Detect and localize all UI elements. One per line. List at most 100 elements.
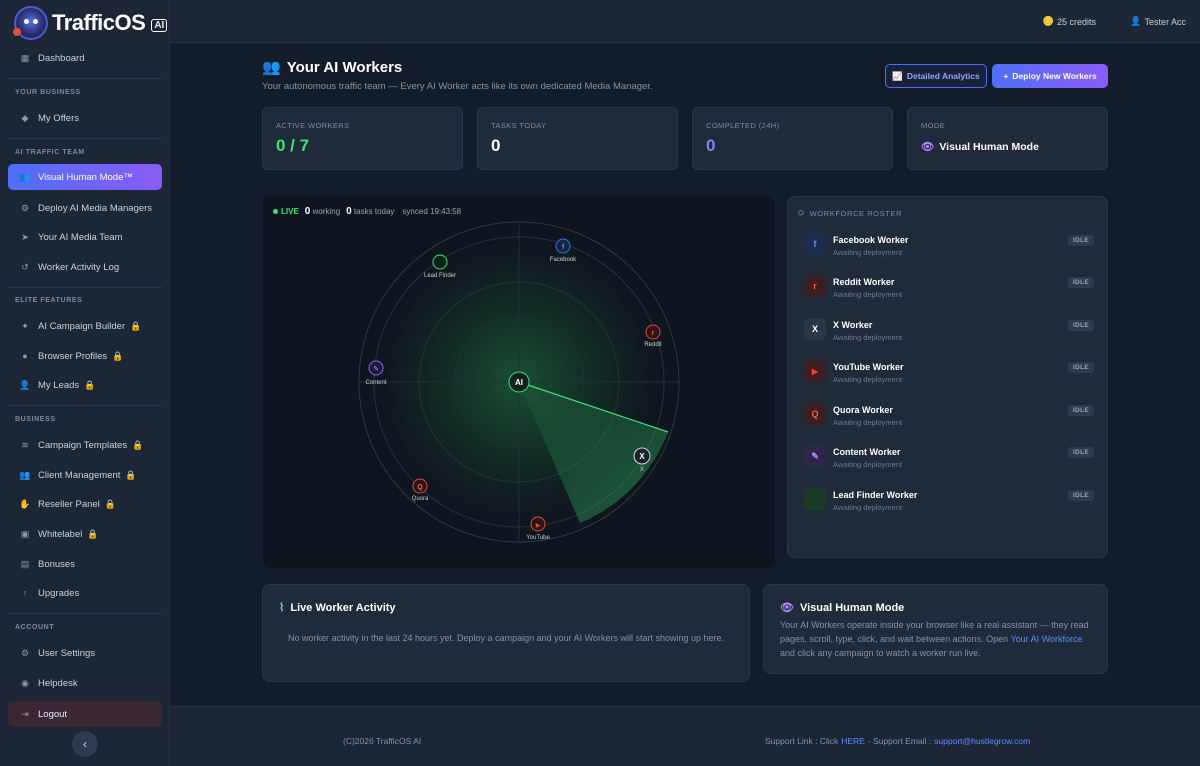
stat-value: 0 / 7 bbox=[276, 136, 310, 155]
chat-icon: ◉ bbox=[21, 677, 29, 688]
facebook-icon: f bbox=[804, 233, 826, 255]
roster-title-text: WORKFORCE ROSTER bbox=[809, 208, 903, 218]
globe-icon: ● bbox=[22, 351, 28, 361]
roster-worker-youtube[interactable]: ▶ YouTube Worker Awaiting deployment IDL… bbox=[804, 358, 1094, 386]
sidebar-item-upgrades[interactable]: ↑ Upgrades bbox=[8, 580, 162, 606]
logo[interactable]: TrafficOS AI bbox=[13, 6, 168, 40]
sidebar-item-label: Reseller Panel bbox=[38, 498, 100, 510]
divider bbox=[8, 138, 162, 139]
lock-icon: 🔒 bbox=[130, 320, 142, 331]
stat-label: COMPLETED (24H) bbox=[706, 121, 780, 130]
stat-completed-24h: COMPLETED (24H) 0 bbox=[692, 107, 893, 170]
coins-icon: 🪙 bbox=[1042, 16, 1054, 26]
support-link[interactable]: HERE bbox=[841, 736, 865, 746]
support-email-link[interactable]: support@hustlegrow.com bbox=[934, 736, 1030, 746]
detailed-analytics-button[interactable]: 📈 Detailed Analytics bbox=[885, 64, 987, 88]
card-title-text: Visual Human Mode bbox=[799, 601, 905, 614]
card-title-text: Live Worker Activity bbox=[290, 601, 396, 614]
credits-display[interactable]: 🪙 25 credits bbox=[1043, 16, 1096, 27]
stat-label: ACTIVE WORKERS bbox=[276, 121, 350, 130]
sidebar-item-whitelabel[interactable]: ▣ Whitelabel 🔒 bbox=[8, 521, 162, 547]
user-icon: 👤 bbox=[19, 379, 31, 390]
status-badge: IDLE bbox=[1067, 235, 1094, 246]
roster-worker-quora[interactable]: Q Quora Worker Awaiting deployment IDLE bbox=[804, 401, 1094, 429]
sidebar-item-label: Helpdesk bbox=[38, 677, 78, 689]
sidebar-item-visual-human-mode[interactable]: 👥 Visual Human Mode™ bbox=[8, 164, 162, 190]
robot-logo-icon bbox=[13, 6, 48, 40]
live-dot-icon bbox=[273, 209, 278, 214]
worker-name: Facebook Worker bbox=[833, 235, 909, 245]
lock-icon: 🔒 bbox=[132, 439, 144, 450]
sidebar-item-deploy-managers[interactable]: ⚙ Deploy AI Media Managers bbox=[8, 195, 162, 221]
live-label: LIVE bbox=[281, 207, 299, 216]
sidebar-item-dashboard[interactable]: ▦ Dashboard bbox=[8, 45, 162, 71]
tasks-count: 0 tasks today bbox=[346, 206, 394, 217]
sidebar-item-bonuses[interactable]: ▤ Bonuses bbox=[8, 551, 162, 577]
sidebar-item-activity-log[interactable]: ↺ Worker Activity Log bbox=[8, 254, 162, 280]
button-label: Detailed Analytics bbox=[906, 71, 980, 81]
lead-finder-icon bbox=[804, 488, 826, 510]
sidebar-item-media-team[interactable]: ➤ Your AI Media Team bbox=[8, 224, 162, 250]
credits-label: 25 credits bbox=[1056, 16, 1096, 27]
roster-worker-content[interactable]: ✎ Content Worker Awaiting deployment IDL… bbox=[804, 443, 1094, 471]
sidebar-item-my-offers[interactable]: ◆ My Offers bbox=[8, 105, 162, 131]
roster-worker-x[interactable]: X X Worker Awaiting deployment IDLE bbox=[804, 316, 1094, 344]
vhm-description: Your AI Workers operate inside your brow… bbox=[780, 618, 1091, 660]
sidebar-item-user-settings[interactable]: ⚙ User Settings bbox=[8, 640, 162, 666]
status-badge: IDLE bbox=[1067, 447, 1094, 458]
collapse-sidebar-button[interactable]: ‹ bbox=[72, 731, 98, 757]
sidebar-item-label: Worker Activity Log bbox=[38, 261, 120, 273]
gear-icon: ⚙ bbox=[20, 202, 30, 213]
working-label: working bbox=[312, 207, 341, 216]
node-label: X bbox=[640, 467, 644, 473]
grid-icon: ▦ bbox=[20, 52, 30, 63]
status-badge: IDLE bbox=[1067, 405, 1094, 416]
handshake-icon: ✋ bbox=[19, 498, 31, 509]
worker-status: Awaiting deployment bbox=[833, 333, 903, 342]
status-badge: IDLE bbox=[1067, 490, 1094, 501]
user-menu[interactable]: 👤 Tester Acc bbox=[1130, 16, 1186, 27]
history-icon: ↺ bbox=[21, 261, 29, 272]
layers-icon: ≋ bbox=[21, 439, 29, 450]
tasks-label: tasks today bbox=[353, 207, 395, 216]
page-title-text: Your AI Workers bbox=[286, 58, 403, 76]
workforce-roster: ⛭ WORKFORCE ROSTER f Facebook Worker Awa… bbox=[787, 196, 1108, 558]
sidebar-item-browser-profiles[interactable]: ● Browser Profiles 🔒 bbox=[8, 343, 162, 369]
section-ai-traffic-team: AI TRAFFIC TEAM bbox=[15, 149, 85, 156]
roster-worker-lead-finder[interactable]: Lead Finder Worker Awaiting deployment I… bbox=[804, 486, 1094, 514]
worker-status: Awaiting deployment bbox=[833, 248, 903, 257]
stat-value: 0 bbox=[706, 136, 716, 155]
sidebar-item-campaign-builder[interactable]: ✦ AI Campaign Builder 🔒 bbox=[8, 313, 162, 339]
sidebar-item-my-leads[interactable]: 👤 My Leads 🔒 bbox=[8, 372, 162, 398]
sidebar-item-reseller-panel[interactable]: ✋ Reseller Panel 🔒 bbox=[8, 491, 162, 517]
stat-value: 👁 Visual Human Mode bbox=[921, 140, 1094, 154]
gift-icon: ▤ bbox=[20, 558, 30, 569]
roster-worker-reddit[interactable]: r Reddit Worker Awaiting deployment IDLE bbox=[804, 273, 1094, 301]
deploy-new-workers-button[interactable]: + Deploy New Workers bbox=[992, 64, 1108, 88]
divider bbox=[8, 287, 162, 288]
support-info: Support Link : Click HERE - Support Emai… bbox=[765, 736, 1030, 746]
feather-icon: ✎ bbox=[804, 445, 826, 467]
sidebar: TrafficOS AI ▦ Dashboard YOUR BUSINESS ◆… bbox=[0, 0, 170, 766]
brand-badge: AI bbox=[151, 18, 168, 32]
sidebar-item-client-management[interactable]: 👥 Client Management 🔒 bbox=[8, 462, 162, 488]
lock-icon: 🔒 bbox=[87, 528, 99, 539]
live-worker-activity-card: ⌇ Live Worker Activity No worker activit… bbox=[262, 584, 750, 682]
magic-wand-icon: ✦ bbox=[21, 320, 29, 331]
radar-panel: AI f Facebook Lead Finder r Reddit ✎ Con… bbox=[263, 196, 775, 568]
copyright: (C)2026 TrafficOS AI bbox=[343, 736, 422, 746]
sidebar-item-label: Campaign Templates bbox=[38, 439, 128, 451]
logout-button[interactable]: ⇥ Logout bbox=[8, 701, 162, 727]
users-icon: 👥 bbox=[262, 59, 281, 76]
tasks-count-value: 0 bbox=[346, 206, 352, 217]
sidebar-item-campaign-templates[interactable]: ≋ Campaign Templates 🔒 bbox=[8, 432, 162, 458]
radar-visual: AI f Facebook Lead Finder r Reddit ✎ Con… bbox=[358, 221, 680, 543]
worker-status: Awaiting deployment bbox=[833, 418, 903, 427]
reddit-icon: r bbox=[804, 275, 826, 297]
divider bbox=[8, 405, 162, 406]
roster-worker-facebook[interactable]: f Facebook Worker Awaiting deployment ID… bbox=[804, 231, 1094, 259]
sidebar-item-helpdesk[interactable]: ◉ Helpdesk bbox=[8, 670, 162, 696]
your-ai-workforce-link[interactable]: Your AI Workforce bbox=[1010, 634, 1082, 644]
stat-tasks-today: TASKS TODAY 0 bbox=[477, 107, 678, 170]
node-label: Facebook bbox=[550, 257, 577, 263]
